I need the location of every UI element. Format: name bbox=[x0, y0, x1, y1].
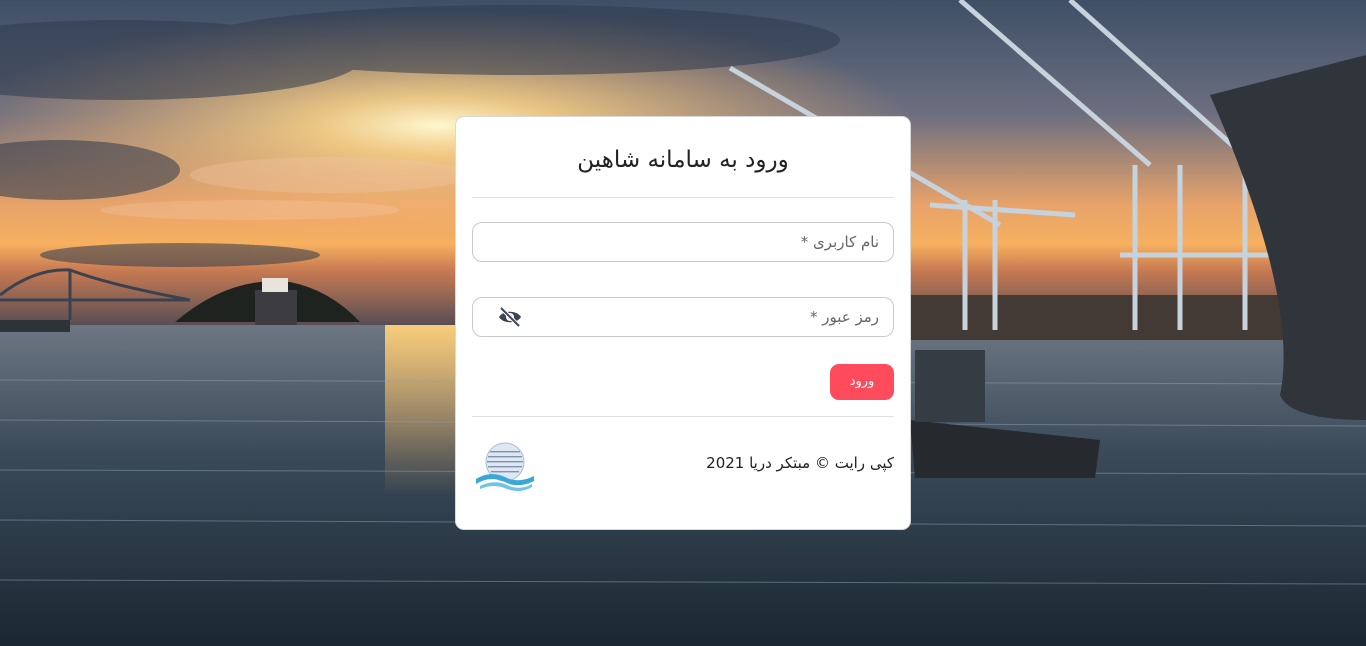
password-label: رمز عبور * bbox=[809, 308, 879, 326]
login-card: ورود به سامانه شاهین نام کاربری * رمز عب… bbox=[455, 116, 911, 530]
title-divider bbox=[472, 197, 894, 198]
username-label: نام کاربری * bbox=[800, 233, 879, 251]
eye-slash-icon[interactable] bbox=[497, 306, 523, 328]
copyright-text: کپی رایت © مبتکر دریا 2021 bbox=[706, 454, 894, 472]
password-field[interactable]: رمز عبور * bbox=[472, 297, 894, 337]
login-button[interactable]: ورود bbox=[830, 364, 894, 400]
footer-divider bbox=[472, 416, 894, 417]
username-field[interactable]: نام کاربری * bbox=[472, 222, 894, 262]
globe-wave-logo bbox=[474, 439, 536, 493]
page-title: ورود به سامانه شاهین bbox=[577, 147, 789, 173]
